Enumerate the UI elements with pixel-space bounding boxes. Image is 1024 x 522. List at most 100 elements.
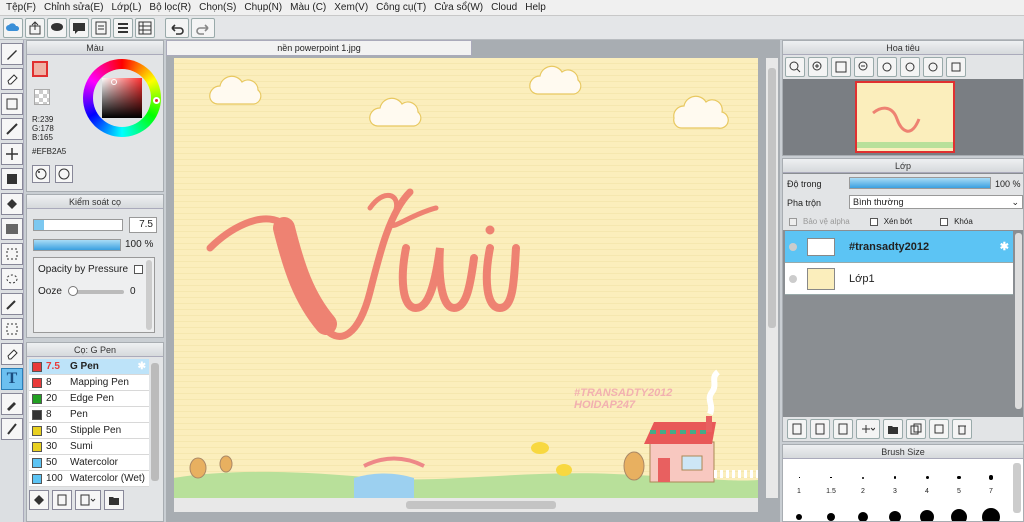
menu-layer[interactable]: Lớp(L)	[108, 2, 146, 13]
reset-view-icon[interactable]	[900, 57, 920, 77]
menu-select[interactable]: Chọn(S)	[195, 2, 240, 13]
rotate-left-icon[interactable]	[877, 57, 897, 77]
select-eraser-tool-icon[interactable]	[1, 343, 23, 365]
brush-item-watercolor-wet[interactable]: 100 Watercolor (Wet)	[29, 471, 149, 487]
move-tool-icon[interactable]	[1, 143, 23, 165]
rectangle-tool-icon[interactable]	[1, 93, 23, 115]
brush-size-scrollbar[interactable]	[1013, 463, 1021, 513]
new-layer-folder-icon[interactable]	[833, 419, 853, 439]
zoom-in-icon[interactable]	[785, 57, 805, 77]
brush-item-sumi[interactable]: 30 Sumi	[29, 439, 149, 455]
foreground-color-swatch[interactable]	[32, 61, 48, 77]
list-icon[interactable]	[113, 17, 133, 38]
flip-icon[interactable]	[946, 57, 966, 77]
color-wheel[interactable]	[83, 59, 161, 137]
brush-size-preset-1-5[interactable]: 1.5	[815, 468, 847, 495]
chat-icon[interactable]	[47, 17, 67, 38]
new-raster-layer-icon[interactable]	[810, 419, 830, 439]
rect-select-tool-icon[interactable]	[1, 243, 23, 265]
menu-tools[interactable]: Công cụ(T)	[372, 2, 430, 13]
clip-checkbox[interactable]	[869, 217, 878, 226]
undo-icon[interactable]	[165, 17, 189, 38]
line-tool-icon[interactable]	[1, 118, 23, 140]
brush-group-icon[interactable]	[29, 490, 49, 510]
menu-filter[interactable]: Bộ lọc(R)	[145, 2, 195, 13]
text-tool-icon[interactable]: T	[1, 368, 23, 390]
redo-icon[interactable]	[191, 17, 215, 38]
palette-icon[interactable]	[32, 165, 50, 183]
brush-folder-icon[interactable]	[104, 490, 124, 510]
brush-list-scrollbar[interactable]	[151, 363, 159, 481]
canvas-horizontal-scrollbar[interactable]	[174, 498, 758, 512]
new-layer-icon[interactable]	[787, 419, 807, 439]
menu-help[interactable]: Help	[521, 2, 550, 13]
brush-item-pen[interactable]: 8 Pen	[29, 407, 149, 423]
menu-capture[interactable]: Chụp(N)	[240, 2, 286, 13]
canvas-vertical-scrollbar[interactable]	[766, 58, 778, 498]
brush-size-preset-3[interactable]: 3	[879, 468, 911, 495]
palette-settings-icon[interactable]	[55, 165, 73, 183]
lasso-tool-icon[interactable]	[1, 268, 23, 290]
export-icon[interactable]	[25, 17, 45, 38]
brush-size-preset-4[interactable]: 4	[911, 468, 943, 495]
brush-size-preset-1[interactable]: 1	[783, 468, 815, 495]
brush-item-mapping-pen[interactable]: 8 Mapping Pen	[29, 375, 149, 391]
opacity-pressure-checkbox[interactable]	[134, 265, 144, 274]
document-icon[interactable]	[91, 17, 111, 38]
blend-mode-select[interactable]: Bình thường ⌄	[849, 195, 1023, 209]
brush-item-g-pen[interactable]: 7.5 G Pen ✱	[29, 359, 149, 375]
layer-visibility-icon[interactable]	[789, 274, 797, 283]
protect-alpha-checkbox[interactable]	[789, 217, 797, 226]
gradient-tool-icon[interactable]	[1, 218, 23, 240]
pen-tool-icon[interactable]	[1, 43, 23, 65]
layer-item-lop1[interactable]: Lớp1	[785, 263, 1013, 295]
menu-window[interactable]: Cửa sổ(W)	[430, 2, 487, 13]
brush-item-edge-pen[interactable]: 20 Edge Pen	[29, 391, 149, 407]
duplicate-layer-icon[interactable]	[906, 419, 926, 439]
menu-cloud[interactable]: Cloud	[487, 2, 521, 13]
menu-file[interactable]: Tệp(F)	[2, 2, 40, 13]
menu-color[interactable]: Màu (C)	[286, 2, 330, 13]
zoom-icon[interactable]	[808, 57, 828, 77]
brush-options-scrollbar[interactable]	[146, 260, 152, 330]
magic-wand-tool-icon[interactable]	[1, 293, 23, 315]
brush-size-preset-2[interactable]: 2	[847, 468, 879, 495]
brush-size-preset-5[interactable]: 5	[943, 468, 975, 495]
new-brush-icon[interactable]	[52, 490, 72, 510]
document-tab[interactable]: nền powerpoint 1.jpg	[166, 40, 472, 56]
comment-icon[interactable]	[69, 17, 89, 38]
brush-size-preset-7[interactable]: 7	[975, 468, 1007, 495]
cloud-sync-icon[interactable]	[3, 17, 23, 38]
zoom-out-icon[interactable]	[854, 57, 874, 77]
delete-layer-icon[interactable]	[952, 419, 972, 439]
lock-checkbox[interactable]	[940, 217, 949, 226]
brush-size-value[interactable]: 7.5	[129, 217, 157, 233]
fit-screen-icon[interactable]	[831, 57, 851, 77]
navigator-thumbnail[interactable]	[855, 81, 955, 153]
gear-icon[interactable]: ✱	[138, 361, 146, 372]
gear-icon[interactable]: ✱	[1000, 240, 1009, 253]
brush-opacity-slider[interactable]	[33, 239, 121, 251]
transparent-color-swatch[interactable]	[34, 89, 50, 105]
brush-menu-icon[interactable]	[75, 490, 101, 510]
brush-item-watercolor[interactable]: 50 Watercolor	[29, 455, 149, 471]
layer-list-scrollbar[interactable]	[1015, 233, 1022, 409]
brush-item-stipple-pen[interactable]: 50 Stipple Pen	[29, 423, 149, 439]
drawing-canvas[interactable]: #TRANSADTY2012 HOIDAP247	[174, 58, 758, 498]
layer-item-transadty[interactable]: #transadty2012 ✱	[785, 231, 1013, 263]
layer-opacity-slider[interactable]	[849, 177, 991, 189]
saturation-value-square[interactable]	[102, 78, 142, 118]
grid-icon[interactable]	[135, 17, 155, 38]
eyedropper-tool-icon[interactable]	[1, 393, 23, 415]
eraser-tool-icon[interactable]	[1, 68, 23, 90]
menu-edit[interactable]: Chỉnh sửa(E)	[40, 2, 108, 13]
add-layer-menu-icon[interactable]	[856, 419, 880, 439]
brush-size-slider[interactable]	[33, 219, 123, 231]
fill-rect-tool-icon[interactable]	[1, 168, 23, 190]
ooze-slider[interactable]	[68, 286, 124, 296]
layer-visibility-icon[interactable]	[789, 242, 797, 251]
hand-tool-icon[interactable]	[1, 418, 23, 440]
menu-view[interactable]: Xem(V)	[330, 2, 372, 13]
select-pen-tool-icon[interactable]	[1, 318, 23, 340]
merge-layer-icon[interactable]	[929, 419, 949, 439]
